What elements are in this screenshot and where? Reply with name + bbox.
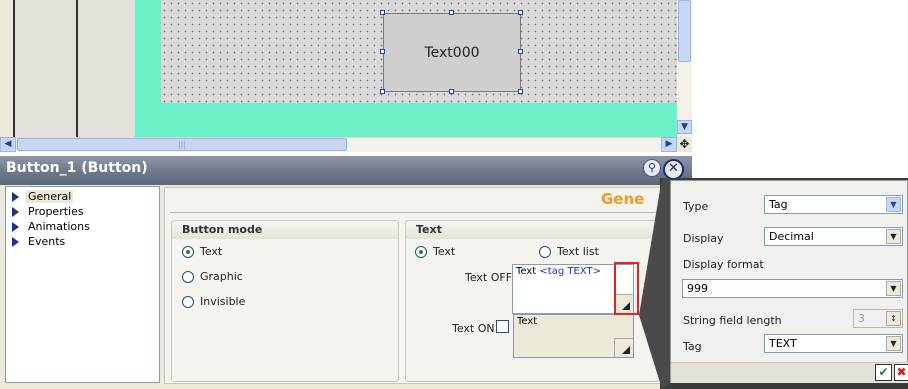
nav-item-label: Animations [28,220,90,233]
editor-column [78,0,135,137]
confirm-check-icon[interactable]: ✔ [875,364,892,381]
move-cross-icon[interactable]: ✥ [677,137,692,152]
radio-selected-icon [415,245,427,258]
radio-label: Text list [557,245,599,258]
resize-handle[interactable] [380,10,385,15]
string-length-label: String field length [683,314,782,327]
highlight-box [614,262,639,315]
chevron-down-icon[interactable]: ▼ [886,336,901,351]
display-format-value: 999 [687,282,708,295]
nav-item-properties[interactable]: Properties [12,204,86,219]
text-on-expand-icon[interactable] [614,338,633,357]
resize-handle[interactable] [518,89,523,94]
spinner-arrows-icon[interactable]: ↕ [886,311,901,326]
scroll-right-icon[interactable]: ▶ [661,137,677,152]
cancel-x-icon[interactable]: ✖ [894,364,908,381]
popup-footer [671,362,908,383]
pin-icon[interactable]: ⚲ [643,159,661,177]
radio-label: Graphic [200,270,243,283]
type-value: Tag [769,198,788,211]
radio-icon [182,295,194,308]
divider [170,212,660,213]
tag-label: Tag [683,340,702,353]
close-icon[interactable]: ✕ [663,159,684,180]
text-on-checkbox[interactable] [496,320,509,333]
chevron-down-icon[interactable]: ▼ [886,229,901,244]
resize-handle[interactable] [449,10,454,15]
triangle-right-icon [12,191,19,202]
text-off-value: Text [516,266,537,277]
type-label: Type [683,200,709,213]
radio-mode-graphic[interactable]: Graphic [182,270,243,283]
canvas-button-object[interactable]: Text000 [383,13,521,92]
nav-item-events[interactable]: Events [12,234,67,249]
canvas-button-text: Text000 [424,44,480,61]
nav-item-label: Properties [28,205,84,218]
editor-column [15,0,76,137]
radio-label: Invisible [200,295,246,308]
triangle-right-icon [12,236,19,247]
properties-title: Button_1 (Button) [6,160,148,176]
group-header: Text [406,221,659,239]
resize-handle[interactable] [380,49,385,54]
string-length-value: 3 [858,312,865,325]
display-select[interactable]: Decimal ▼ [764,227,903,246]
text-on-label: Text ON [452,322,495,335]
triangle-right-icon [12,206,19,217]
triangle-right-icon [12,221,19,232]
type-select[interactable]: Tag ▼ [764,195,903,214]
radio-text[interactable]: Text [415,245,455,258]
text-off-tag: <tag TEXT> [539,266,601,277]
vertical-scroll-thumb[interactable] [678,0,691,62]
tag-value: TEXT [769,337,797,350]
radio-label: Text [200,245,223,258]
radio-label: Text [433,245,456,258]
nav-item-general[interactable]: General [12,189,74,204]
display-label: Display [683,232,724,245]
nav-item-label: Events [28,235,66,248]
radio-selected-icon [182,245,194,258]
nav-item-animations[interactable]: Animations [12,219,92,234]
scroll-left-icon[interactable]: ◀ [0,137,16,152]
display-format-select[interactable]: 999 ▼ [682,279,903,298]
text-off-label: Text OFF [465,271,513,284]
display-format-label: Display format [683,258,764,271]
tag-select[interactable]: TEXT ▼ [764,334,903,353]
radio-mode-invisible[interactable]: Invisible [182,295,245,308]
resize-handle[interactable] [518,49,523,54]
display-value: Decimal [769,230,814,243]
radio-icon [182,270,194,283]
text-on-value: Text [517,316,538,327]
resize-handle[interactable] [518,10,523,15]
scroll-down-icon[interactable]: ▼ [677,120,692,134]
resize-handle[interactable] [380,89,385,94]
radio-icon [539,245,551,258]
horizontal-scroll-thumb[interactable]: ||| [17,138,347,151]
nav-item-label: General [26,190,74,203]
group-header: Button mode [172,221,398,239]
chevron-down-icon[interactable]: ▼ [886,197,901,212]
string-length-spinner[interactable]: 3 ↕ [853,309,903,328]
general-title: Gene [601,190,645,208]
editor-margin [0,0,13,137]
chevron-down-icon[interactable]: ▼ [886,281,901,296]
resize-handle[interactable] [449,89,454,94]
radio-text-list[interactable]: Text list [539,245,599,258]
radio-mode-text[interactable]: Text [182,245,222,258]
